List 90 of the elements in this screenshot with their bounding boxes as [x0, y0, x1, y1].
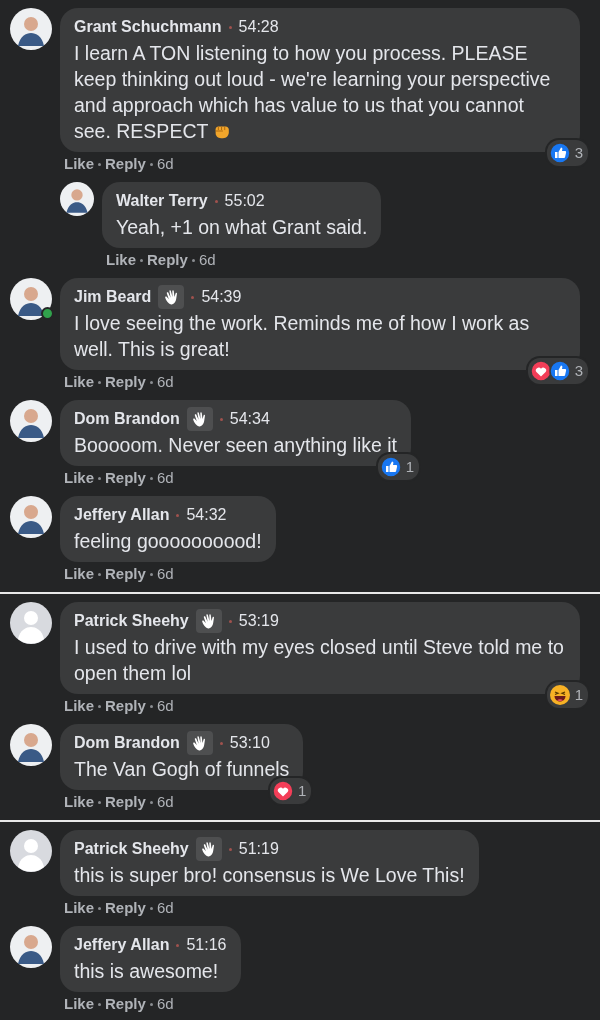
timestamp[interactable]: 53:19 [238, 609, 279, 633]
separator-dot [149, 476, 153, 480]
separator-dot [149, 800, 153, 804]
comment-text: Yeah, +1 on what Grant said. [116, 215, 368, 240]
reaction-summary[interactable]: 3 [546, 139, 588, 166]
reaction-count: 1 [298, 780, 307, 801]
reply-link[interactable]: Reply [105, 564, 146, 584]
reply-link[interactable]: Reply [105, 994, 146, 1014]
comment-age[interactable]: 6d [156, 792, 174, 812]
author-name[interactable]: Patrick Sheehy [74, 837, 189, 861]
like-link[interactable]: Like [64, 468, 94, 488]
comment-age[interactable]: 6d [156, 898, 174, 918]
like-icon [379, 455, 402, 478]
author-name[interactable]: Jeffery Allan [74, 933, 170, 957]
separator-dot [98, 380, 101, 384]
separator-dot [98, 476, 101, 480]
timestamp[interactable]: 51:16 [186, 933, 227, 957]
timestamp[interactable]: 55:02 [224, 189, 265, 213]
separator-dot [219, 417, 223, 421]
comment-age[interactable]: 6d [156, 994, 174, 1014]
reply-link[interactable]: Reply [105, 792, 146, 812]
reaction-summary[interactable]: 3 [527, 357, 588, 384]
comment-age[interactable]: 6d [156, 372, 174, 392]
author-name[interactable]: Jim Beard [74, 285, 152, 309]
author-name[interactable]: Walter Terry [116, 189, 208, 213]
reaction-count: 1 [405, 456, 415, 477]
timestamp[interactable]: 54:34 [229, 407, 270, 431]
comment-age[interactable]: 6d [156, 564, 174, 584]
separator-dot [228, 847, 232, 851]
like-link[interactable]: Like [64, 154, 94, 174]
separator-dot [149, 162, 153, 166]
separator-dot [149, 572, 153, 576]
reaction-summary[interactable]: 1 [270, 777, 312, 804]
separator-dot [140, 258, 143, 262]
reply-link[interactable]: Reply [105, 154, 146, 174]
reply-link[interactable]: Reply [105, 696, 146, 716]
timestamp[interactable]: 53:10 [229, 731, 270, 755]
like-link[interactable]: Like [64, 372, 94, 392]
separator-dot [191, 258, 195, 262]
timestamp[interactable]: 54:28 [238, 15, 279, 39]
comment-age[interactable]: 6d [156, 468, 174, 488]
separator-dot [149, 380, 153, 384]
separator-dot [214, 199, 218, 203]
separator-dot [98, 572, 101, 576]
separator-dot [191, 295, 195, 299]
author-name[interactable]: Dom Brandon [74, 407, 180, 431]
separator-dot [98, 800, 101, 804]
like-link[interactable]: Like [64, 564, 94, 584]
separator-dot [149, 704, 153, 708]
separator-dot [149, 906, 153, 910]
timestamp[interactable]: 51:19 [238, 837, 279, 861]
like-link[interactable]: Like [64, 696, 94, 716]
reply-link[interactable]: Reply [105, 372, 146, 392]
reaction-count: 1 [574, 684, 583, 705]
separator-dot [98, 906, 101, 910]
comment-age[interactable]: 6d [156, 154, 174, 174]
author-name[interactable]: Dom Brandon [74, 731, 180, 755]
like-link[interactable]: Like [106, 250, 136, 270]
author-name[interactable]: Grant Schuchmann [74, 15, 222, 39]
timestamp[interactable]: 54:32 [186, 503, 227, 527]
reaction-count: 3 [574, 142, 583, 163]
separator-dot [219, 741, 223, 745]
separator-dot [176, 943, 180, 947]
separator-dot [149, 1002, 153, 1006]
comment-age[interactable]: 6d [198, 250, 216, 270]
reaction-summary[interactable]: 1 [377, 453, 420, 480]
separator-dot [176, 513, 180, 517]
like-link[interactable]: Like [64, 792, 94, 812]
like-icon [548, 141, 571, 164]
reply-link[interactable]: Reply [105, 468, 146, 488]
like-icon [548, 359, 571, 382]
reply-link[interactable]: Reply [105, 898, 146, 918]
laughing-emoji-icon [548, 683, 571, 706]
separator-dot [98, 162, 101, 166]
author-name[interactable]: Jeffery Allan [74, 503, 170, 527]
comment-text: feeling goooooooood! [74, 529, 262, 554]
like-link[interactable]: Like [64, 994, 94, 1014]
reaction-count: 3 [574, 360, 583, 381]
reply-link[interactable]: Reply [147, 250, 188, 270]
separator-dot [228, 619, 232, 623]
comment-text: this is super bro! consensus is We Love This! [74, 863, 465, 888]
separator-dot [98, 1002, 101, 1006]
comment-age[interactable]: 6d [156, 696, 174, 716]
like-link[interactable]: Like [64, 898, 94, 918]
separator-dot [228, 25, 232, 29]
timestamp[interactable]: 54:39 [201, 285, 242, 309]
separator-dot [98, 704, 101, 708]
reaction-summary[interactable]: 1 [546, 681, 588, 708]
comment-text: this is awesome! [74, 959, 220, 984]
author-name[interactable]: Patrick Sheehy [74, 609, 189, 633]
